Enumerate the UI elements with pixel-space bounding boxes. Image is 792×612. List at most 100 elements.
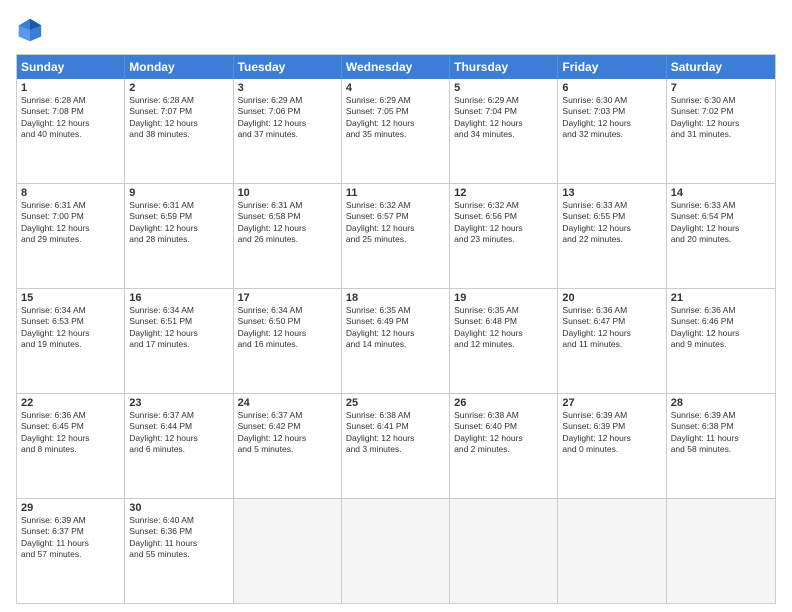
weeks-container: 1Sunrise: 6:28 AM Sunset: 7:08 PM Daylig… bbox=[17, 79, 775, 603]
logo bbox=[16, 16, 50, 44]
day-info: Sunrise: 6:37 AM Sunset: 6:42 PM Dayligh… bbox=[238, 410, 337, 456]
day-info: Sunrise: 6:30 AM Sunset: 7:02 PM Dayligh… bbox=[671, 95, 771, 141]
day-cell bbox=[450, 499, 558, 603]
day-cell: 22Sunrise: 6:36 AM Sunset: 6:45 PM Dayli… bbox=[17, 394, 125, 498]
day-cell: 18Sunrise: 6:35 AM Sunset: 6:49 PM Dayli… bbox=[342, 289, 450, 393]
day-info: Sunrise: 6:36 AM Sunset: 6:47 PM Dayligh… bbox=[562, 305, 661, 351]
day-number: 4 bbox=[346, 82, 445, 94]
day-info: Sunrise: 6:37 AM Sunset: 6:44 PM Dayligh… bbox=[129, 410, 228, 456]
day-cell: 3Sunrise: 6:29 AM Sunset: 7:06 PM Daylig… bbox=[234, 79, 342, 183]
week-row: 29Sunrise: 6:39 AM Sunset: 6:37 PM Dayli… bbox=[17, 499, 775, 603]
day-cell: 26Sunrise: 6:38 AM Sunset: 6:40 PM Dayli… bbox=[450, 394, 558, 498]
day-info: Sunrise: 6:30 AM Sunset: 7:03 PM Dayligh… bbox=[562, 95, 661, 141]
day-info: Sunrise: 6:31 AM Sunset: 6:58 PM Dayligh… bbox=[238, 200, 337, 246]
page-container: SundayMondayTuesdayWednesdayThursdayFrid… bbox=[0, 0, 792, 612]
day-number: 22 bbox=[21, 397, 120, 409]
day-info: Sunrise: 6:32 AM Sunset: 6:57 PM Dayligh… bbox=[346, 200, 445, 246]
day-number: 24 bbox=[238, 397, 337, 409]
day-info: Sunrise: 6:39 AM Sunset: 6:38 PM Dayligh… bbox=[671, 410, 771, 456]
day-cell: 12Sunrise: 6:32 AM Sunset: 6:56 PM Dayli… bbox=[450, 184, 558, 288]
logo-icon bbox=[16, 16, 44, 44]
day-cell: 1Sunrise: 6:28 AM Sunset: 7:08 PM Daylig… bbox=[17, 79, 125, 183]
day-number: 13 bbox=[562, 187, 661, 199]
day-cell: 14Sunrise: 6:33 AM Sunset: 6:54 PM Dayli… bbox=[667, 184, 775, 288]
day-cell: 20Sunrise: 6:36 AM Sunset: 6:47 PM Dayli… bbox=[558, 289, 666, 393]
day-info: Sunrise: 6:38 AM Sunset: 6:40 PM Dayligh… bbox=[454, 410, 553, 456]
day-number: 23 bbox=[129, 397, 228, 409]
day-cell: 30Sunrise: 6:40 AM Sunset: 6:36 PM Dayli… bbox=[125, 499, 233, 603]
day-cell: 5Sunrise: 6:29 AM Sunset: 7:04 PM Daylig… bbox=[450, 79, 558, 183]
day-number: 21 bbox=[671, 292, 771, 304]
day-info: Sunrise: 6:39 AM Sunset: 6:39 PM Dayligh… bbox=[562, 410, 661, 456]
day-info: Sunrise: 6:34 AM Sunset: 6:50 PM Dayligh… bbox=[238, 305, 337, 351]
day-info: Sunrise: 6:31 AM Sunset: 6:59 PM Dayligh… bbox=[129, 200, 228, 246]
day-header: Friday bbox=[558, 55, 666, 79]
day-info: Sunrise: 6:35 AM Sunset: 6:48 PM Dayligh… bbox=[454, 305, 553, 351]
day-cell: 17Sunrise: 6:34 AM Sunset: 6:50 PM Dayli… bbox=[234, 289, 342, 393]
week-row: 15Sunrise: 6:34 AM Sunset: 6:53 PM Dayli… bbox=[17, 289, 775, 394]
day-number: 28 bbox=[671, 397, 771, 409]
day-info: Sunrise: 6:36 AM Sunset: 6:46 PM Dayligh… bbox=[671, 305, 771, 351]
day-info: Sunrise: 6:39 AM Sunset: 6:37 PM Dayligh… bbox=[21, 515, 120, 561]
day-cell: 4Sunrise: 6:29 AM Sunset: 7:05 PM Daylig… bbox=[342, 79, 450, 183]
day-number: 1 bbox=[21, 82, 120, 94]
day-cell bbox=[667, 499, 775, 603]
day-cell: 29Sunrise: 6:39 AM Sunset: 6:37 PM Dayli… bbox=[17, 499, 125, 603]
day-info: Sunrise: 6:40 AM Sunset: 6:36 PM Dayligh… bbox=[129, 515, 228, 561]
day-header: Thursday bbox=[450, 55, 558, 79]
day-info: Sunrise: 6:31 AM Sunset: 7:00 PM Dayligh… bbox=[21, 200, 120, 246]
day-number: 25 bbox=[346, 397, 445, 409]
day-info: Sunrise: 6:29 AM Sunset: 7:05 PM Dayligh… bbox=[346, 95, 445, 141]
day-number: 20 bbox=[562, 292, 661, 304]
day-number: 9 bbox=[129, 187, 228, 199]
day-header: Saturday bbox=[667, 55, 775, 79]
day-number: 2 bbox=[129, 82, 228, 94]
day-header: Tuesday bbox=[234, 55, 342, 79]
day-number: 3 bbox=[238, 82, 337, 94]
day-info: Sunrise: 6:28 AM Sunset: 7:07 PM Dayligh… bbox=[129, 95, 228, 141]
day-info: Sunrise: 6:29 AM Sunset: 7:06 PM Dayligh… bbox=[238, 95, 337, 141]
day-cell bbox=[342, 499, 450, 603]
day-number: 14 bbox=[671, 187, 771, 199]
day-cell: 9Sunrise: 6:31 AM Sunset: 6:59 PM Daylig… bbox=[125, 184, 233, 288]
day-info: Sunrise: 6:29 AM Sunset: 7:04 PM Dayligh… bbox=[454, 95, 553, 141]
week-row: 1Sunrise: 6:28 AM Sunset: 7:08 PM Daylig… bbox=[17, 79, 775, 184]
day-cell: 8Sunrise: 6:31 AM Sunset: 7:00 PM Daylig… bbox=[17, 184, 125, 288]
day-header: Sunday bbox=[17, 55, 125, 79]
day-cell: 23Sunrise: 6:37 AM Sunset: 6:44 PM Dayli… bbox=[125, 394, 233, 498]
day-cell: 27Sunrise: 6:39 AM Sunset: 6:39 PM Dayli… bbox=[558, 394, 666, 498]
day-cell: 10Sunrise: 6:31 AM Sunset: 6:58 PM Dayli… bbox=[234, 184, 342, 288]
day-cell bbox=[234, 499, 342, 603]
day-header: Monday bbox=[125, 55, 233, 79]
day-number: 6 bbox=[562, 82, 661, 94]
day-cell: 7Sunrise: 6:30 AM Sunset: 7:02 PM Daylig… bbox=[667, 79, 775, 183]
day-header: Wednesday bbox=[342, 55, 450, 79]
day-number: 12 bbox=[454, 187, 553, 199]
day-number: 11 bbox=[346, 187, 445, 199]
day-cell: 24Sunrise: 6:37 AM Sunset: 6:42 PM Dayli… bbox=[234, 394, 342, 498]
day-number: 19 bbox=[454, 292, 553, 304]
day-cell: 16Sunrise: 6:34 AM Sunset: 6:51 PM Dayli… bbox=[125, 289, 233, 393]
day-info: Sunrise: 6:34 AM Sunset: 6:51 PM Dayligh… bbox=[129, 305, 228, 351]
day-number: 15 bbox=[21, 292, 120, 304]
day-cell: 6Sunrise: 6:30 AM Sunset: 7:03 PM Daylig… bbox=[558, 79, 666, 183]
day-info: Sunrise: 6:36 AM Sunset: 6:45 PM Dayligh… bbox=[21, 410, 120, 456]
day-info: Sunrise: 6:33 AM Sunset: 6:54 PM Dayligh… bbox=[671, 200, 771, 246]
day-info: Sunrise: 6:38 AM Sunset: 6:41 PM Dayligh… bbox=[346, 410, 445, 456]
calendar: SundayMondayTuesdayWednesdayThursdayFrid… bbox=[16, 54, 776, 604]
day-info: Sunrise: 6:34 AM Sunset: 6:53 PM Dayligh… bbox=[21, 305, 120, 351]
day-info: Sunrise: 6:33 AM Sunset: 6:55 PM Dayligh… bbox=[562, 200, 661, 246]
day-number: 26 bbox=[454, 397, 553, 409]
day-number: 27 bbox=[562, 397, 661, 409]
day-cell bbox=[558, 499, 666, 603]
day-number: 5 bbox=[454, 82, 553, 94]
day-number: 7 bbox=[671, 82, 771, 94]
day-info: Sunrise: 6:35 AM Sunset: 6:49 PM Dayligh… bbox=[346, 305, 445, 351]
day-cell: 21Sunrise: 6:36 AM Sunset: 6:46 PM Dayli… bbox=[667, 289, 775, 393]
day-headers: SundayMondayTuesdayWednesdayThursdayFrid… bbox=[17, 55, 775, 79]
header bbox=[16, 16, 776, 44]
day-number: 8 bbox=[21, 187, 120, 199]
day-cell: 2Sunrise: 6:28 AM Sunset: 7:07 PM Daylig… bbox=[125, 79, 233, 183]
day-info: Sunrise: 6:32 AM Sunset: 6:56 PM Dayligh… bbox=[454, 200, 553, 246]
week-row: 8Sunrise: 6:31 AM Sunset: 7:00 PM Daylig… bbox=[17, 184, 775, 289]
